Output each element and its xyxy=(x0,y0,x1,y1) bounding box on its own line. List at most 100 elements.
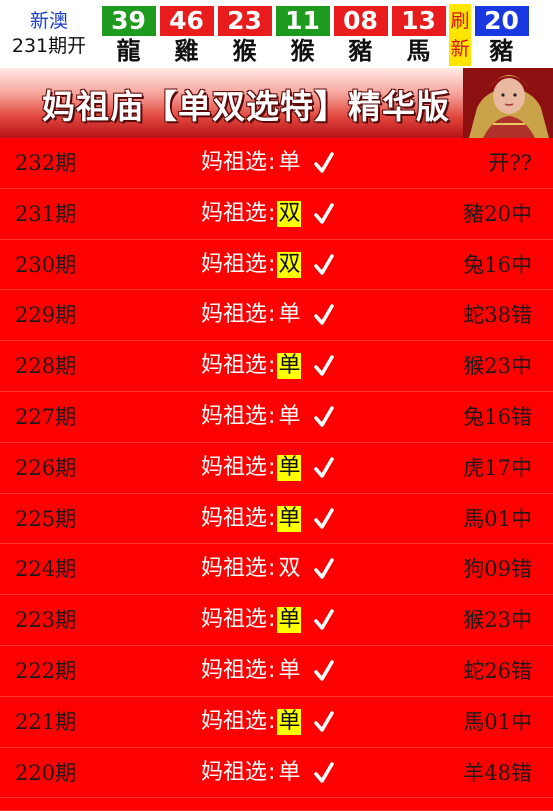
pick-value: 单 xyxy=(278,759,301,785)
pick: 妈祖选: 单 xyxy=(201,705,335,739)
ball-zodiac: 猴 xyxy=(232,37,257,65)
pick-value: 双 xyxy=(278,556,301,582)
prediction-row: 231期 妈祖选: 双 豬20中 xyxy=(0,189,553,240)
pick: 妈祖选: 双 xyxy=(201,248,335,282)
draw-ball: 11 猴 xyxy=(275,0,330,68)
pick-colon: : xyxy=(268,556,276,582)
pick: 妈祖选: 单 xyxy=(201,451,335,485)
check-icon xyxy=(314,660,335,681)
draw-result: 蛇26错 xyxy=(463,658,532,683)
pick-label: 妈祖选 xyxy=(201,251,268,277)
refresh-label-bottom: 新 xyxy=(450,38,470,60)
pick-colon: : xyxy=(268,607,276,633)
pick: 妈祖选: 单 xyxy=(201,654,335,688)
draw-result-bar: 新澳 231期开 39 龍 46 雞 23 猴 11 猴 08 豬 13 馬 刷 新 20 豬 xyxy=(0,0,553,68)
pick-value: 单 xyxy=(278,302,301,328)
brand-name: 新澳 xyxy=(29,10,68,32)
draw-result: 猴23中 xyxy=(463,354,532,379)
pick-label: 妈祖选 xyxy=(201,708,268,734)
prediction-list: 232期 妈祖选: 单开?? 231期 妈祖选: 双豬20中 230期 妈祖选: 双兔16中 22… xyxy=(0,138,553,811)
pick-label: 妈祖选 xyxy=(201,302,268,328)
prediction-row: 221期 妈祖选: 单 馬01中 xyxy=(0,697,553,748)
prediction-row: 223期 妈祖选: 单 猴23中 xyxy=(0,595,553,646)
pick: 妈祖选: 双 xyxy=(201,197,335,231)
pick-colon: : xyxy=(268,302,276,328)
banner: 妈祖庙【单双选特】精华版 xyxy=(0,68,553,138)
pick-colon: : xyxy=(268,403,276,429)
prediction-row: 226期 妈祖选: 单 虎17中 xyxy=(0,443,553,494)
prediction-row: 230期 妈祖选: 双 兔16中 xyxy=(0,240,553,291)
pick-value: 单 xyxy=(278,150,301,175)
pick: 妈祖选: 单 xyxy=(201,298,335,332)
check-icon xyxy=(314,710,335,732)
prediction-row: 222期 妈祖选: 单 蛇26错 xyxy=(0,646,553,697)
check-icon xyxy=(314,355,335,376)
draw-result: 狗09错 xyxy=(463,557,532,582)
pick-value: 双 xyxy=(277,200,302,227)
ball-number: 39 xyxy=(101,6,156,36)
check-icon xyxy=(314,253,335,275)
ball-zodiac: 豬 xyxy=(348,37,373,65)
special-ball-zodiac: 豬 xyxy=(489,37,514,65)
draw-result: 开?? xyxy=(488,151,532,175)
prediction-row: 232期 妈祖选: 单 开?? xyxy=(0,138,553,189)
prediction-row-cut-off xyxy=(0,798,553,811)
pick-label: 妈祖选 xyxy=(201,353,268,379)
check-icon xyxy=(314,304,335,326)
pick-label: 妈祖选 xyxy=(201,150,268,175)
banner-title: 妈祖庙【单双选特】精华版 xyxy=(42,87,450,126)
pick: 妈祖选: 单 xyxy=(201,502,335,536)
special-ball-number: 20 xyxy=(474,6,529,36)
period-number: 226期 xyxy=(15,455,77,480)
check-icon xyxy=(314,202,335,224)
pick-value: 单 xyxy=(278,403,301,429)
check-icon xyxy=(314,152,335,173)
pick-colon: : xyxy=(268,150,276,175)
draw-result: 蛇38错 xyxy=(463,303,532,328)
pick-label: 妈祖选 xyxy=(201,759,268,785)
pick-label: 妈祖选 xyxy=(201,657,268,683)
ball-zodiac: 馬 xyxy=(406,37,431,65)
draw-result: 馬01中 xyxy=(463,506,532,531)
refresh-button[interactable]: 刷 新 xyxy=(449,4,471,66)
check-icon xyxy=(314,456,335,478)
pick: 妈祖选: 单 xyxy=(201,400,335,434)
draw-ball: 08 豬 xyxy=(333,0,388,68)
prediction-row: 220期 妈祖选: 单 羊48错 xyxy=(0,748,553,799)
ball-zodiac: 龍 xyxy=(116,37,141,65)
draw-ball: 23 猴 xyxy=(217,0,272,68)
period-number: 224期 xyxy=(15,557,77,582)
period-number: 223期 xyxy=(15,608,77,633)
prediction-row: 224期 妈祖选: 双 狗09错 xyxy=(0,544,553,596)
pick-colon: : xyxy=(268,200,276,226)
check-icon xyxy=(314,558,335,580)
period-number: 222期 xyxy=(15,658,77,683)
pick-value: 单 xyxy=(277,607,302,634)
period-number: 230期 xyxy=(15,252,77,277)
draw-ball: 46 雞 xyxy=(159,0,214,68)
ball-number: 46 xyxy=(159,6,214,36)
ball-zodiac: 猴 xyxy=(290,37,315,65)
prediction-row: 227期 妈祖选: 单 兔16错 xyxy=(0,392,553,443)
pick-label: 妈祖选 xyxy=(201,556,268,582)
pick-colon: : xyxy=(268,251,276,277)
draw-result: 猴23中 xyxy=(463,608,532,633)
pick-value: 单 xyxy=(278,657,301,683)
pick-label: 妈祖选 xyxy=(201,200,268,226)
pick-label: 妈祖选 xyxy=(201,454,268,480)
pick-value: 双 xyxy=(277,251,302,278)
period-number: 220期 xyxy=(15,760,77,785)
pick-colon: : xyxy=(268,454,276,480)
draw-result: 豬20中 xyxy=(463,201,532,226)
pick-label: 妈祖选 xyxy=(201,505,268,531)
mazu-statue-image xyxy=(463,68,553,138)
period-number: 229期 xyxy=(15,303,77,328)
pick-label: 妈祖选 xyxy=(201,607,268,633)
pick-colon: : xyxy=(268,759,276,785)
draw-result: 馬01中 xyxy=(463,709,532,734)
pick-label: 妈祖选 xyxy=(201,403,268,429)
pick-value: 单 xyxy=(277,454,302,481)
pick: 妈祖选: 单 xyxy=(201,756,335,790)
draw-result: 羊48错 xyxy=(463,760,532,785)
pick: 妈祖选: 单 xyxy=(201,349,335,383)
